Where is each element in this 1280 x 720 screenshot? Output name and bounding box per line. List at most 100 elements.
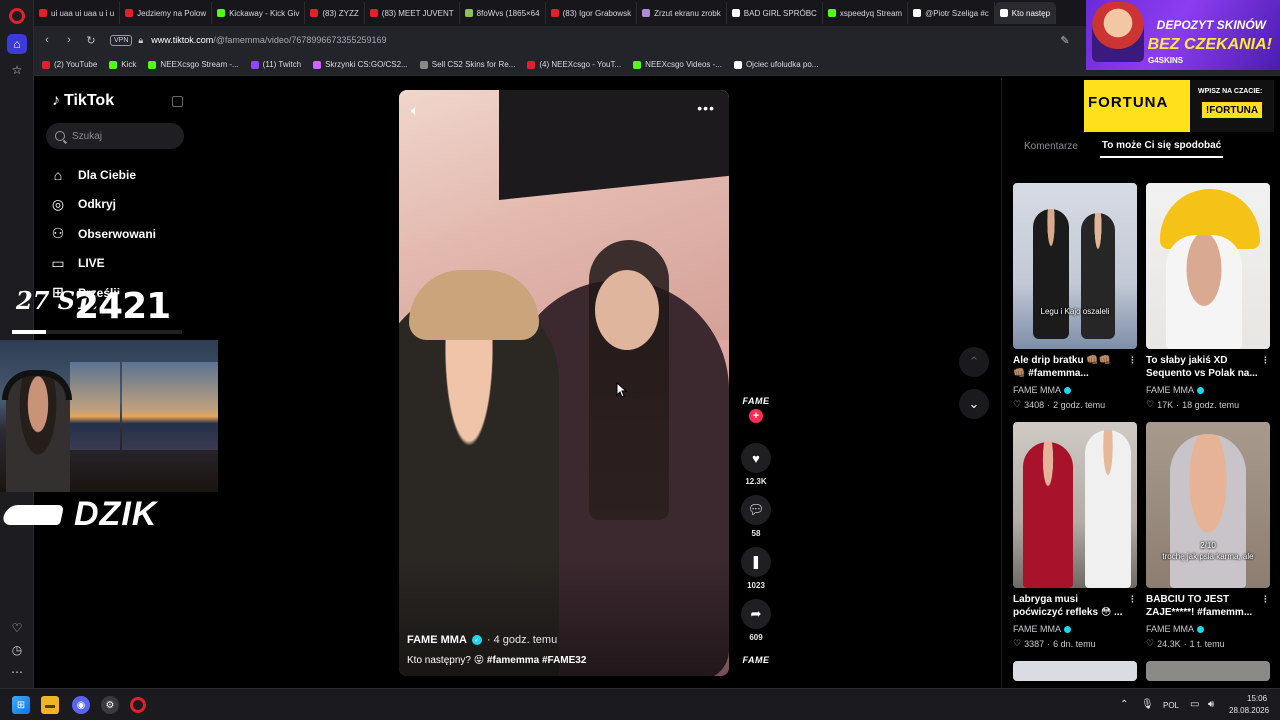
opera-logo-icon[interactable] (9, 8, 25, 24)
card-title[interactable]: Ale drip bratku 👊🏽👊🏽 👊🏽 #famemma... ⋮ (1013, 354, 1137, 382)
nav-item-explore[interactable]: ◎ Odkryj (50, 190, 156, 220)
nav-item-for-you[interactable]: ⌂ Dla Ciebie (50, 160, 156, 190)
card-title[interactable]: To słaby jakiś XD Sequento vs Polak na..… (1146, 354, 1270, 382)
discord-icon[interactable]: ◉ (72, 696, 90, 714)
card-more-icon[interactable]: ⋮ (1128, 354, 1137, 367)
next-video-button[interactable]: ⌄ (959, 389, 989, 419)
share-button[interactable]: ➦ (741, 599, 771, 629)
language-indicator[interactable]: POL (1163, 701, 1179, 710)
tab-favicon-icon (125, 9, 134, 17)
history-icon[interactable]: ◷ (7, 640, 27, 660)
like-button[interactable]: ♥ (741, 443, 771, 473)
comment-button[interactable]: 💬︎ (741, 495, 771, 525)
home-icon[interactable]: ⌂ (7, 34, 27, 54)
bookmark-favicon-icon (148, 60, 157, 69)
reload-icon[interactable]: ↻ (80, 29, 102, 51)
microphone-icon[interactable]: 🎙︎ (1141, 699, 1154, 710)
card-title[interactable]: Labryga musi poćwiczyć refleks 😳 ... ⋮ (1013, 593, 1137, 621)
heart-icon[interactable]: ♡ (7, 618, 27, 638)
bookmark-item[interactable]: (4) NEEXcsgo - YouT... (527, 60, 621, 69)
card-title[interactable]: BABCIU TO JEST ZAJE*****! #famemm... ⋮ (1146, 593, 1270, 621)
collapse-sidebar-icon[interactable] (172, 96, 183, 107)
browser-tab[interactable]: Kickaway - Kick Giv (212, 2, 306, 24)
video-thumbnail[interactable] (1013, 422, 1137, 588)
tab-comments[interactable]: Komentarze (1022, 134, 1080, 158)
home-icon: ⌂ (53, 166, 63, 183)
video-thumbnail[interactable] (1013, 661, 1137, 681)
bookmark-item[interactable]: Kick (109, 60, 136, 69)
video-card[interactable]: 2/10 trochę jak psia karma, ale BABCIU T… (1146, 422, 1270, 649)
card-author[interactable]: FAME MMA (1013, 385, 1137, 395)
browser-tab[interactable]: 8foWvs (1865×64 (460, 2, 546, 24)
video-card[interactable]: To słaby jakiś XD Sequento vs Polak na..… (1146, 183, 1270, 410)
video-card[interactable]: Legu i Kajo oszaleli Ale drip bratku 👊🏽👊… (1013, 183, 1137, 410)
video-card[interactable] (1013, 661, 1137, 681)
bookmark-item[interactable]: Skrzynki CS:GO/CS2... (313, 60, 408, 69)
browser-tab[interactable]: xspeedyq Stream (823, 2, 909, 24)
tray-chevron-icon[interactable]: ⌃ (1120, 699, 1128, 710)
search-box[interactable] (46, 123, 184, 149)
forward-icon[interactable]: › (58, 29, 80, 51)
search-input[interactable] (72, 130, 172, 142)
follow-plus-icon[interactable]: + (749, 409, 763, 423)
volume-tray-icon[interactable]: 🔊︎ (1208, 699, 1214, 710)
video-card[interactable] (1146, 661, 1270, 681)
bookmark-item[interactable]: NEEXcsgo Stream -... (148, 60, 239, 69)
author-avatar[interactable]: FAME (742, 396, 769, 406)
card-author-name: FAME MMA (1013, 624, 1062, 634)
card-author[interactable]: FAME MMA (1146, 624, 1270, 634)
music-disc[interactable]: FAME (742, 655, 769, 665)
bookmark-item[interactable]: NEEXcsgo Videos -... (633, 60, 722, 69)
browser-tab[interactable]: (83) Igor Grabowsk (546, 2, 638, 24)
browser-tab[interactable]: ui uaa ui uaa u i u (34, 2, 121, 24)
browser-tab[interactable]: Jedziemy na Polow (120, 2, 213, 24)
video-player[interactable]: 🔈︎ ••• FAME MMA ✓ · 4 godz. temu Kto nas… (399, 90, 729, 676)
video-card[interactable]: Labryga musi poćwiczyć refleks 😳 ... ⋮ FA… (1013, 422, 1137, 649)
url-field[interactable]: www.tiktok.com/@famemma/video/7678996673… (151, 35, 386, 45)
card-author[interactable]: FAME MMA (1146, 385, 1270, 395)
lock-icon[interactable]: 🔒︎ (138, 35, 143, 46)
volume-icon[interactable]: 🔈︎ (411, 102, 419, 119)
video-thumbnail[interactable]: 2/10 trochę jak psia karma, ale (1146, 422, 1270, 588)
bookmark-item[interactable]: (11) Twitch (250, 60, 301, 69)
video-author[interactable]: FAME MMA ✓ · 4 godz. temu (407, 634, 557, 646)
browser-tab[interactable]: Zrzut ekranu zrobk (637, 2, 727, 24)
file-explorer-icon[interactable]: ▬ (41, 696, 59, 714)
star-icon[interactable]: ☆ (7, 60, 27, 80)
tab-title: (83) ZYZZ (322, 8, 359, 18)
browser-tab[interactable]: (83) ZYZZ (305, 2, 365, 24)
card-more-icon[interactable]: ⋮ (1261, 354, 1270, 367)
network-icon[interactable]: ▭ (1190, 699, 1199, 710)
clock-date[interactable]: 28.08.2026 (1229, 706, 1269, 715)
card-author[interactable]: FAME MMA (1013, 624, 1137, 634)
back-icon[interactable]: ‹ (36, 29, 58, 51)
video-thumbnail[interactable] (1146, 661, 1270, 681)
windows-start-icon[interactable]: ⊞ (12, 696, 30, 714)
tiktok-logo[interactable]: ♪ TikTok (52, 92, 114, 110)
browser-tab[interactable]: BAD GIRL SPRÓBC (727, 2, 823, 24)
browser-tab[interactable]: (83) MEET JUVENT (365, 2, 460, 24)
caption-hashtags[interactable]: #famemma #FAME32 (487, 655, 587, 666)
bookmark-item[interactable]: (2) YouTube (42, 60, 97, 69)
more-dots-icon[interactable]: ⋯ (7, 662, 27, 682)
steam-icon[interactable]: ⚙ (101, 696, 119, 714)
opera-taskbar-icon[interactable] (130, 697, 146, 713)
bookmark-item[interactable]: Ojciec ufoludka po... (733, 60, 818, 69)
clock-time[interactable]: 15:06 (1247, 694, 1267, 703)
video-thumbnail[interactable]: Legu i Kajo oszaleli (1013, 183, 1137, 349)
nav-item-live[interactable]: ▭ LIVE (50, 249, 156, 279)
browser-tab-active[interactable]: Kto następ (994, 2, 1057, 24)
edit-icon[interactable]: ✎ (1054, 29, 1076, 51)
video-thumbnail[interactable] (1146, 183, 1270, 349)
author-name[interactable]: FAME MMA (407, 634, 467, 646)
card-more-icon[interactable]: ⋮ (1128, 593, 1137, 606)
vpn-badge[interactable]: VPN (110, 34, 133, 46)
card-more-icon[interactable]: ⋮ (1261, 593, 1270, 606)
tab-recommended[interactable]: To może Ci się spodobać (1099, 134, 1224, 158)
previous-video-button[interactable]: ⌃ (959, 347, 989, 377)
save-button[interactable]: ❚ (741, 547, 771, 577)
bookmark-item[interactable]: Sell CS2 Skins for Re... (419, 60, 515, 69)
nav-item-following[interactable]: ⚇ Obserwowani (50, 219, 156, 249)
browser-tab[interactable]: @Piotr Szeliga #c (908, 2, 995, 24)
more-options-icon[interactable]: ••• (697, 100, 715, 116)
